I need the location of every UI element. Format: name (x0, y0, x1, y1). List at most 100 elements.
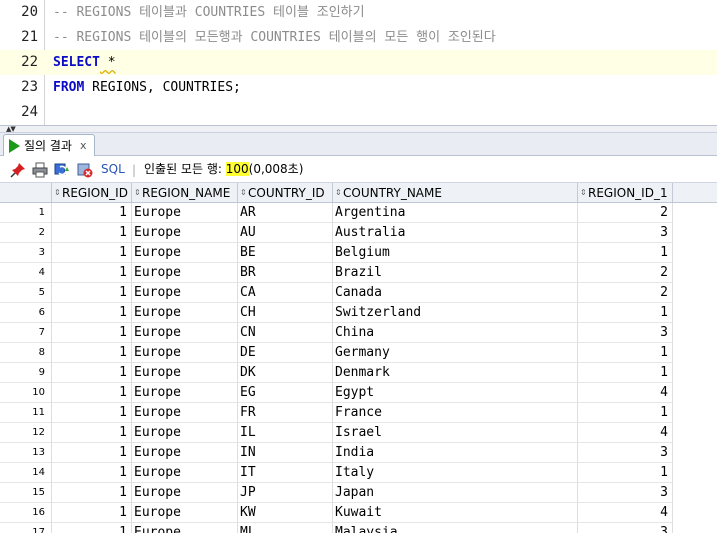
cell-country-name[interactable]: China (333, 323, 578, 343)
cell-country-id[interactable]: CN (238, 323, 333, 343)
cell-country-name[interactable]: Germany (333, 343, 578, 363)
cell-country-id[interactable]: AU (238, 223, 333, 243)
cell-country-name[interactable]: Australia (333, 223, 578, 243)
cell-region-id-1[interactable]: 2 (578, 203, 673, 223)
cell-region-id[interactable]: 1 (52, 203, 132, 223)
row-number[interactable]: 11 (0, 403, 52, 423)
row-number[interactable]: 17 (0, 523, 52, 533)
cell-region-id[interactable]: 1 (52, 383, 132, 403)
cell-country-name[interactable]: Belgium (333, 243, 578, 263)
table-row[interactable]: 16 1 Europe KW Kuwait 4 (0, 503, 717, 523)
table-row[interactable]: 2 1 Europe AU Australia 3 (0, 223, 717, 243)
cell-region-name[interactable]: Europe (132, 463, 238, 483)
row-number[interactable]: 14 (0, 463, 52, 483)
cell-country-name[interactable]: Switzerland (333, 303, 578, 323)
close-icon[interactable]: x (80, 139, 87, 152)
cell-country-id[interactable]: FR (238, 403, 333, 423)
cell-region-id[interactable]: 1 (52, 303, 132, 323)
cell-country-name[interactable]: Denmark (333, 363, 578, 383)
cell-region-name[interactable]: Europe (132, 483, 238, 503)
cell-country-name[interactable]: Italy (333, 463, 578, 483)
row-number[interactable]: 8 (0, 343, 52, 363)
cell-region-id[interactable]: 1 (52, 243, 132, 263)
cell-country-name[interactable]: Argentina (333, 203, 578, 223)
table-row[interactable]: 3 1 Europe BE Belgium 1 (0, 243, 717, 263)
cell-region-id[interactable]: 1 (52, 503, 132, 523)
row-number[interactable]: 5 (0, 283, 52, 303)
cell-country-name[interactable]: Israel (333, 423, 578, 443)
cell-region-id-1[interactable]: 3 (578, 443, 673, 463)
cell-country-id[interactable]: ML (238, 523, 333, 533)
cell-region-name[interactable]: Europe (132, 283, 238, 303)
cell-region-id-1[interactable]: 1 (578, 403, 673, 423)
refresh-icon[interactable] (54, 162, 70, 178)
table-row[interactable]: 9 1 Europe DK Denmark 1 (0, 363, 717, 383)
cell-region-id[interactable]: 1 (52, 283, 132, 303)
table-row[interactable]: 17 1 Europe ML Malaysia 3 (0, 523, 717, 533)
row-number[interactable]: 4 (0, 263, 52, 283)
pin-icon[interactable] (10, 162, 26, 178)
table-row[interactable]: 1 1 Europe AR Argentina 2 (0, 203, 717, 223)
editor-line[interactable]: 24 (0, 100, 717, 125)
cell-region-name[interactable]: Europe (132, 383, 238, 403)
cell-region-id-1[interactable]: 2 (578, 263, 673, 283)
cell-country-name[interactable]: Malaysia (333, 523, 578, 533)
cell-region-id[interactable]: 1 (52, 463, 132, 483)
row-number[interactable]: 1 (0, 203, 52, 223)
cell-region-name[interactable]: Europe (132, 223, 238, 243)
cell-region-id[interactable]: 1 (52, 263, 132, 283)
table-row[interactable]: 15 1 Europe JP Japan 3 (0, 483, 717, 503)
print-icon[interactable] (32, 162, 48, 178)
cell-country-id[interactable]: EG (238, 383, 333, 403)
cell-country-id[interactable]: IL (238, 423, 333, 443)
cell-country-name[interactable]: Brazil (333, 263, 578, 283)
panel-splitter[interactable]: ▲▼ (0, 125, 717, 133)
editor-line-current[interactable]: 22 SELECT * (0, 50, 717, 75)
table-row[interactable]: 4 1 Europe BR Brazil 2 (0, 263, 717, 283)
editor-line[interactable]: 21 -- REGIONS 테이블의 모든행과 COUNTRIES 테이블의 모… (0, 25, 717, 50)
sql-editor[interactable]: 20 -- REGIONS 테이블과 COUNTRIES 테이블 조인하기 21… (0, 0, 717, 125)
cell-region-name[interactable]: Europe (132, 343, 238, 363)
column-header-country-name[interactable]: ⇕COUNTRY_NAME (333, 183, 578, 203)
cell-country-id[interactable]: DE (238, 343, 333, 363)
cell-region-name[interactable]: Europe (132, 243, 238, 263)
table-row[interactable]: 12 1 Europe IL Israel 4 (0, 423, 717, 443)
row-number[interactable]: 7 (0, 323, 52, 343)
cell-region-id[interactable]: 1 (52, 363, 132, 383)
cell-country-id[interactable]: BE (238, 243, 333, 263)
row-number[interactable]: 9 (0, 363, 52, 383)
column-header-region-name[interactable]: ⇕REGION_NAME (132, 183, 238, 203)
cell-region-name[interactable]: Europe (132, 203, 238, 223)
cell-region-name[interactable]: Europe (132, 523, 238, 533)
cell-country-id[interactable]: KW (238, 503, 333, 523)
cell-region-name[interactable]: Europe (132, 263, 238, 283)
editor-line[interactable]: 23 FROM REGIONS, COUNTRIES; (0, 75, 717, 100)
cell-region-id[interactable]: 1 (52, 343, 132, 363)
results-grid[interactable]: ⇕REGION_ID ⇕REGION_NAME ⇕COUNTRY_ID ⇕COU… (0, 183, 717, 533)
cell-region-id[interactable]: 1 (52, 323, 132, 343)
editor-line[interactable]: 20 -- REGIONS 테이블과 COUNTRIES 테이블 조인하기 (0, 0, 717, 25)
cell-region-id[interactable]: 1 (52, 523, 132, 533)
table-row[interactable]: 13 1 Europe IN India 3 (0, 443, 717, 463)
tab-query-result[interactable]: 질의 결과 x (3, 134, 95, 156)
row-number[interactable]: 6 (0, 303, 52, 323)
table-row[interactable]: 5 1 Europe CA Canada 2 (0, 283, 717, 303)
table-row[interactable]: 6 1 Europe CH Switzerland 1 (0, 303, 717, 323)
cell-region-id-1[interactable]: 3 (578, 323, 673, 343)
cell-region-name[interactable]: Europe (132, 363, 238, 383)
cell-country-id[interactable]: AR (238, 203, 333, 223)
cell-region-id-1[interactable]: 1 (578, 343, 673, 363)
cell-country-name[interactable]: Egypt (333, 383, 578, 403)
cancel-icon[interactable] (77, 162, 93, 178)
row-number[interactable]: 12 (0, 423, 52, 443)
cell-region-id-1[interactable]: 1 (578, 303, 673, 323)
cell-region-id-1[interactable]: 3 (578, 523, 673, 533)
cell-country-id[interactable]: BR (238, 263, 333, 283)
cell-region-id[interactable]: 1 (52, 423, 132, 443)
sql-button[interactable]: SQL (101, 160, 125, 178)
cell-region-name[interactable]: Europe (132, 423, 238, 443)
cell-region-name[interactable]: Europe (132, 323, 238, 343)
table-row[interactable]: 7 1 Europe CN China 3 (0, 323, 717, 343)
row-number[interactable]: 13 (0, 443, 52, 463)
row-number[interactable]: 2 (0, 223, 52, 243)
